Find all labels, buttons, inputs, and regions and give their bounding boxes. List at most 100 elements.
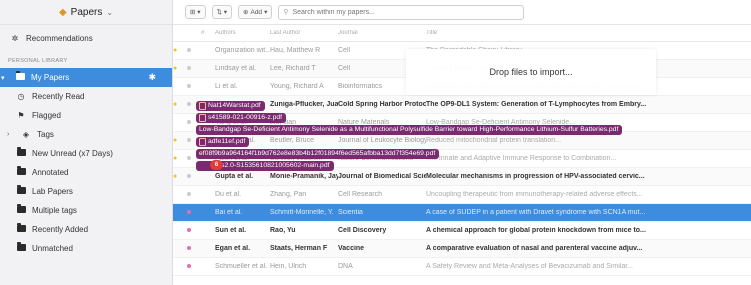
- disclosure-closed-icon[interactable]: ›: [7, 131, 15, 138]
- dragged-file: s41589-021-00916-z.pdf: [196, 113, 287, 123]
- sidebar-item-unmatched[interactable]: Unmatched: [0, 239, 172, 258]
- sidebar-item-recommendations[interactable]: ✲ Recommendations: [0, 29, 172, 48]
- recommendations-icon: ✲: [11, 34, 19, 43]
- status-dot-icon: [187, 228, 191, 232]
- flag-icon: ⚑: [17, 111, 25, 120]
- sidebar-item-new-unread[interactable]: New Unread (x7 Days): [0, 144, 172, 163]
- table-row[interactable]: Sun et al. Rao, Yu Cell Discovery A chemica…: [173, 222, 751, 240]
- authors-cell: Egan et al.: [215, 245, 251, 252]
- dragged-file: Low-Bandgap Se-Deficient Antimony Seleni…: [196, 125, 623, 135]
- column-header-last-author[interactable]: Last Author: [270, 30, 338, 36]
- pdf-file-icon: [199, 114, 206, 122]
- gear-icon[interactable]: ✱: [148, 72, 156, 83]
- title-cell: A comparative evaluation of nasal and pa…: [426, 245, 643, 252]
- view-mode-button[interactable]: ⊞ ▾: [185, 5, 206, 19]
- last-author-cell: Zuniga-Pflucker, Jua...: [270, 101, 338, 108]
- sidebar-item-recently-added[interactable]: Recently Added: [0, 220, 172, 239]
- flag-dot-icon: ●: [173, 155, 178, 162]
- drop-overlay: Drop files to import...: [406, 49, 656, 95]
- dragged-file: adfe11ef.pdf: [196, 137, 250, 147]
- sidebar-item-multiple-tags[interactable]: Multiple tags: [0, 201, 172, 220]
- plus-icon: ⊕: [243, 9, 249, 16]
- status-cell: [187, 227, 201, 234]
- dragged-file: ef08f9b9a964164f1b9d762e8e83b4b12f01894f…: [196, 149, 440, 159]
- add-button[interactable]: ⊕ Add ▾: [238, 5, 273, 19]
- journal-cell: Journal of Leukocyte Biology: [338, 137, 426, 144]
- journal-cell: DNA: [338, 263, 353, 270]
- title-cell: A case of SUDEP in a patient with Dravet…: [426, 209, 646, 216]
- sidebar-item-annotated[interactable]: Annotated: [0, 163, 172, 182]
- status-dot-icon: [187, 264, 191, 268]
- tag-icon: ◈: [22, 130, 30, 139]
- flag-cell[interactable]: ●: [173, 137, 187, 144]
- status-dot-icon: [187, 192, 191, 196]
- title-cell: ...ic Innate and Adaptive Immune Respons…: [426, 155, 617, 162]
- sidebar-item-tags[interactable]: › ◈ Tags: [0, 125, 172, 144]
- sort-button[interactable]: ⇅ ▾: [211, 5, 233, 19]
- dragged-file-name: s41589-021-00916-z.pdf: [208, 114, 283, 121]
- disclosure-open-icon[interactable]: ▾: [1, 74, 9, 82]
- last-author-cell: Rao, Yu: [270, 227, 296, 234]
- status-cell: [187, 47, 201, 54]
- drop-overlay-text: Drop files to import...: [489, 67, 573, 77]
- sidebar-item-my-papers[interactable]: ▾ My Papers ✱: [0, 68, 172, 87]
- add-button-label: Add: [250, 8, 263, 16]
- journal-cell: Cell Discovery: [338, 227, 387, 234]
- flag-cell[interactable]: ●: [173, 173, 187, 180]
- table-row[interactable]: Bai et al. Schmitt-Morinelle, Y. Scientia A…: [173, 204, 751, 222]
- column-header-authors[interactable]: Authors: [215, 30, 270, 36]
- flag-cell[interactable]: ●: [173, 155, 187, 162]
- status-dot-icon: [187, 174, 191, 178]
- sidebar-item-label: My Papers: [31, 73, 70, 82]
- pdf-file-icon: [199, 138, 206, 146]
- last-author-cell: Lee, Richard T: [270, 65, 316, 72]
- folder-icon: [16, 166, 26, 177]
- authors-cell: Gupta et al.: [215, 173, 254, 180]
- folder-icon: [16, 204, 26, 215]
- search-input[interactable]: [292, 8, 493, 16]
- status-dot-icon: [187, 48, 191, 52]
- last-author-cell: Staats, Herman F: [270, 245, 328, 252]
- app-title: Papers: [70, 6, 103, 18]
- chevron-down-icon: ▾: [264, 9, 268, 16]
- main-panel: ⊞ ▾ ⇅ ▾ ⊕ Add ▾ ⚲ # Authors Last Author …: [173, 0, 751, 285]
- chevron-down-icon: ⌄: [106, 7, 114, 17]
- flag-cell[interactable]: ●: [173, 65, 187, 72]
- title-cell: A Safety Review and Meta-Analyses of Bev…: [426, 263, 633, 270]
- column-header-pdf[interactable]: #: [201, 30, 215, 36]
- table-row[interactable]: Schmueller et al. Hein, Ulrich DNA A Safety…: [173, 258, 751, 276]
- section-heading-personal-library: PERSONAL LIBRARY: [8, 58, 68, 64]
- column-header-journal[interactable]: Journal: [338, 30, 426, 36]
- title-cell: The OP9-DL1 System: Generation of T-Lymp…: [426, 101, 647, 108]
- folder-icon: [16, 147, 26, 158]
- journal-cell: Vaccine: [338, 245, 365, 252]
- title-cell: Uncoupling therapeutic from immunotherap…: [426, 191, 643, 198]
- authors-cell: Du et al.: [215, 191, 242, 198]
- sidebar-item-label: Multiple tags: [32, 206, 77, 215]
- pdf-file-icon: [199, 102, 206, 110]
- app-title-menu[interactable]: ◆ Papers ⌄: [0, 0, 172, 25]
- search-field[interactable]: ⚲: [278, 4, 525, 20]
- flag-cell[interactable]: ●: [173, 47, 187, 54]
- sidebar-item-label: Lab Papers: [32, 187, 73, 196]
- status-cell: [187, 65, 201, 72]
- sidebar: ◆ Papers ⌄ ✲ Recommendations PERSONAL LI…: [0, 0, 173, 285]
- table-row[interactable]: Du et al. Zhang, Pan Cell Research Uncoupli…: [173, 186, 751, 204]
- sidebar-item-lab-papers[interactable]: Lab Papers: [0, 182, 172, 201]
- authors-cell: Schmueller et al.: [215, 263, 268, 270]
- search-icon: ⚲: [283, 9, 289, 16]
- status-cell: [187, 263, 201, 270]
- sidebar-item-label: Annotated: [32, 168, 69, 177]
- status-dot-icon: [187, 246, 191, 250]
- sidebar-item-recently-read[interactable]: ◷ Recently Read: [0, 87, 172, 106]
- flag-dot-icon: ●: [173, 173, 178, 180]
- column-header-title[interactable]: Title: [426, 30, 751, 36]
- sidebar-item-label: Unmatched: [32, 244, 73, 253]
- app-window: ◆ Papers ⌄ ✲ Recommendations PERSONAL LI…: [0, 0, 751, 285]
- sidebar-item-label: Recently Added: [32, 225, 89, 234]
- sidebar-item-flagged[interactable]: ⚑ Flagged: [0, 106, 172, 125]
- status-cell: [187, 245, 201, 252]
- flag-cell[interactable]: ●: [173, 101, 187, 108]
- last-author-cell: Hau, Matthew R: [270, 47, 321, 54]
- table-row[interactable]: Egan et al. Staats, Herman F Vaccine A comp…: [173, 240, 751, 258]
